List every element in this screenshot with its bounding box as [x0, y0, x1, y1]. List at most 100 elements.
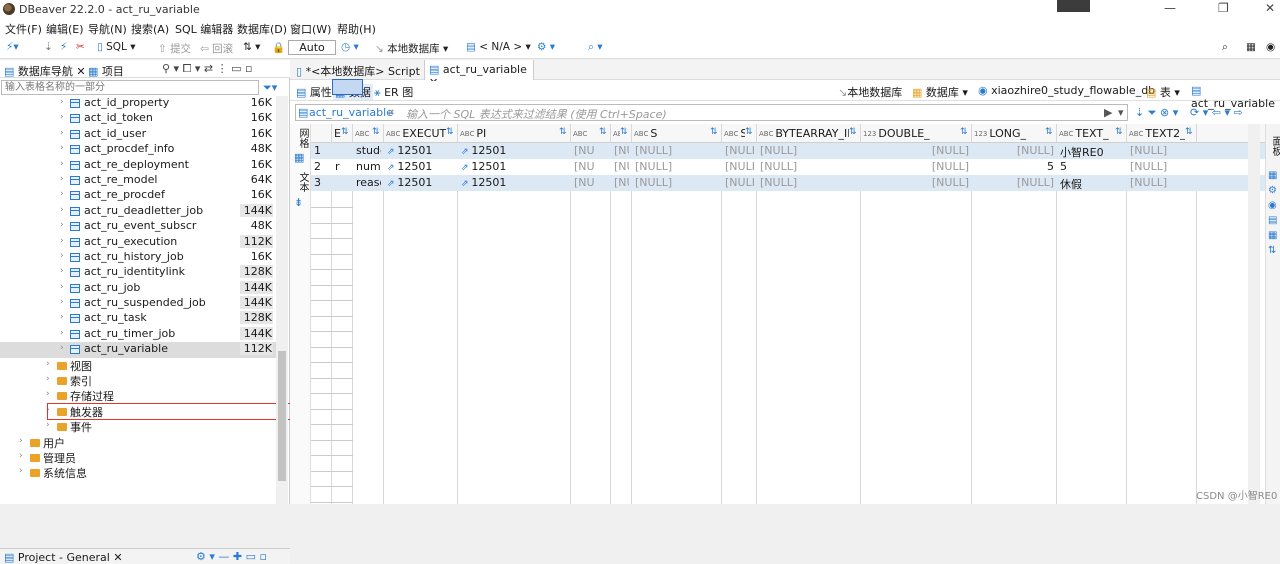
filter-tools-icons[interactable]: ⇣ ⏷ ⊗ ▾ [1135, 106, 1178, 120]
apply-filter-icon[interactable]: ▶ [1104, 106, 1112, 119]
table-cell[interactable]: ⇗ 12501 [387, 160, 455, 173]
root-folder-tree-item[interactable]: › 用户 [0, 435, 276, 450]
menu-sql-editor[interactable]: SQL 编辑器 [175, 21, 233, 37]
expand-arrow-icon[interactable]: › [60, 128, 64, 138]
table-filter-input[interactable]: 输入表格名称的一部分 [1, 80, 259, 95]
panels-label[interactable]: 面板 [1268, 136, 1280, 156]
table-cell[interactable]: r [335, 160, 350, 173]
schema-selector[interactable]: ▤ < N/A > ▾ [466, 41, 531, 53]
table-tree-item[interactable]: › act_ru_event_subscr 48K [0, 219, 276, 234]
table-cell[interactable]: 5 [1060, 160, 1124, 173]
table-cell[interactable]: [NULL] [725, 144, 754, 157]
tab-project-general[interactable]: ▤ Project - General ✕ [4, 551, 123, 564]
expand-arrow-icon[interactable]: › [46, 389, 50, 399]
table-tree-item[interactable]: › act_ru_timer_job 144K [0, 326, 276, 342]
table-cell[interactable]: 小智RE0 [1060, 144, 1124, 160]
filter-icon[interactable]: ⏷▾ [263, 81, 277, 95]
link-icon[interactable]: ⇗ [461, 179, 471, 189]
table-cell[interactable]: 休假 [1060, 176, 1124, 192]
sort-icon[interactable]: ⇅ [849, 127, 857, 137]
table-cell[interactable]: [NU [574, 176, 608, 189]
table-tree-item[interactable]: › act_ru_history_job 16K [0, 250, 276, 265]
table-tree-item[interactable]: › act_procdef_info 48K [0, 142, 276, 157]
sort-icon[interactable]: ⇅ [559, 127, 567, 137]
table-tree-item[interactable]: › act_ru_suspended_job 144K [0, 296, 276, 311]
expand-arrow-icon[interactable]: › [60, 174, 64, 184]
table-tree-item[interactable]: › act_ru_task 128K [0, 311, 276, 326]
table-cell[interactable]: [NULL] [975, 144, 1054, 157]
project-toolbar-icons[interactable]: ⚙ ▾ — ✚ ▭ ▫ [196, 550, 267, 563]
column-header[interactable]: ABCSCOPE_ID_ [613, 127, 620, 140]
link-icon[interactable]: ⇗ [387, 147, 397, 157]
table-cell[interactable]: [NULL] [1130, 160, 1194, 173]
results-nav-icons[interactable]: ⟳ ▾ ⇦ ▾ ⇨ [1190, 106, 1243, 119]
root-folder-tree-item[interactable]: › 管理员 [0, 450, 276, 465]
table-cell[interactable]: ⇗ 12501 [387, 176, 455, 189]
commit-button[interactable]: ⇧ 提交 [158, 41, 191, 56]
column-header[interactable]: ABC PI [460, 127, 559, 140]
subtab-er-diagram[interactable]: ⚹ ER 图 [374, 84, 413, 100]
datasource-selector[interactable]: ↘ 本地数据库 ▾ [375, 41, 448, 56]
menu-navigate[interactable]: 导航(N) [88, 21, 127, 37]
table-cell[interactable]: [NULL] [614, 176, 629, 189]
table-cell[interactable]: [NULL] [614, 144, 629, 157]
table-cell[interactable]: [NULL] [760, 144, 858, 157]
column-header[interactable]: E_ [334, 127, 341, 140]
table-cell[interactable]: [NULL] [864, 160, 969, 173]
text-view-label[interactable]: 文本 [295, 172, 310, 192]
menu-search[interactable]: 搜索(A) [131, 21, 169, 37]
sort-icon[interactable]: ⇅ [372, 127, 380, 137]
breadcrumb-schema[interactable]: ◉ xiaozhire0_study_flowable_db [978, 84, 1155, 97]
expand-arrow-icon[interactable]: › [46, 420, 50, 430]
table-row[interactable]: 1student⇗ 12501⇗ 12501[NU[NULL][NULL][NU… [311, 143, 1265, 159]
new-connection-icon[interactable]: ⚡▾ [6, 41, 19, 53]
link-icon[interactable]: ⇗ [387, 179, 397, 189]
table-tree-item[interactable]: › act_ru_job 144K [0, 280, 276, 296]
history-icon[interactable]: ◷ ▾ [341, 41, 359, 53]
expand-arrow-icon[interactable]: › [60, 251, 64, 261]
table-tree-item[interactable]: › act_ru_deadletter_job 144K [0, 203, 276, 219]
invalidate-icon[interactable]: ✂ [76, 41, 85, 53]
link-icon[interactable]: ⇗ [461, 163, 471, 173]
sort-icon[interactable]: ⇅ [1185, 127, 1193, 137]
expand-arrow-icon[interactable]: › [60, 343, 64, 353]
column-header[interactable]: ABCBYTEARRAY_ID_ [759, 127, 849, 140]
menu-edit[interactable]: 编辑(E) [46, 21, 84, 37]
expand-arrow-icon[interactable]: › [60, 282, 64, 292]
table-cell[interactable]: [NULL] [975, 176, 1054, 189]
table-tree-item[interactable]: › act_id_property 16K [0, 96, 276, 111]
table-tree-item[interactable]: › act_ru_identitylink 128K [0, 265, 276, 280]
column-header[interactable]: ABCNAME_ [355, 127, 372, 140]
rollback-button[interactable]: ⇦ 回滚 [200, 41, 233, 56]
perspective-icon[interactable]: ▦ [1246, 41, 1256, 53]
expand-arrow-icon[interactable]: › [19, 466, 23, 476]
table-cell[interactable]: reasonForLeave [356, 176, 381, 189]
table-cell[interactable]: [NU [574, 160, 608, 173]
sql-editor-button[interactable]: ▯ SQL ▾ [97, 41, 136, 53]
transaction-mode-icon[interactable]: ⇅ ▾ [243, 41, 260, 53]
table-cell[interactable]: [NULL] [635, 176, 719, 189]
navigator-scrollbar[interactable] [276, 96, 288, 504]
table-tree-item[interactable]: › act_id_token 16K [0, 111, 276, 126]
scrollbar-thumb[interactable] [278, 351, 286, 481]
navigator-view-menu-icon[interactable]: ⚲ ▾ ⧠ ▾ ⇄ ⋮ ▭ ▫ [162, 62, 252, 76]
table-tree-item[interactable]: › act_re_deployment 16K [0, 158, 276, 173]
sql-filter-input[interactable]: 输入一个 SQL 表达式来过滤结果 (使用 Ctrl+Space) [406, 106, 667, 122]
sort-icon[interactable]: ⇅ [341, 127, 349, 137]
column-header[interactable]: ABC [573, 127, 599, 140]
sort-icon[interactable]: ⇅ [710, 127, 718, 137]
breadcrumb-dbfolder[interactable]: ▦ 数据库 ▾ [912, 84, 968, 100]
expand-arrow-icon[interactable]: › [60, 205, 64, 215]
lock-icon[interactable]: 🔒 [272, 41, 285, 54]
expand-arrow-icon[interactable]: › [60, 312, 64, 322]
table-cell[interactable]: [NULL] [1130, 144, 1194, 157]
expand-arrow-icon[interactable]: › [19, 436, 23, 446]
user-avatar-icon[interactable]: ◉ [1266, 41, 1275, 53]
table-tree-item[interactable]: › act_id_user 16K [0, 127, 276, 142]
sort-icon[interactable]: ⇅ [745, 127, 753, 137]
breadcrumb-db[interactable]: ↘本地数据库 [838, 84, 902, 100]
table-tree-item[interactable]: › act_ru_variable 112K [0, 342, 276, 358]
table-cell[interactable]: [NULL] [1130, 176, 1194, 189]
expand-arrow-icon[interactable]: › [60, 112, 64, 122]
column-header[interactable]: ABC S [634, 127, 710, 140]
